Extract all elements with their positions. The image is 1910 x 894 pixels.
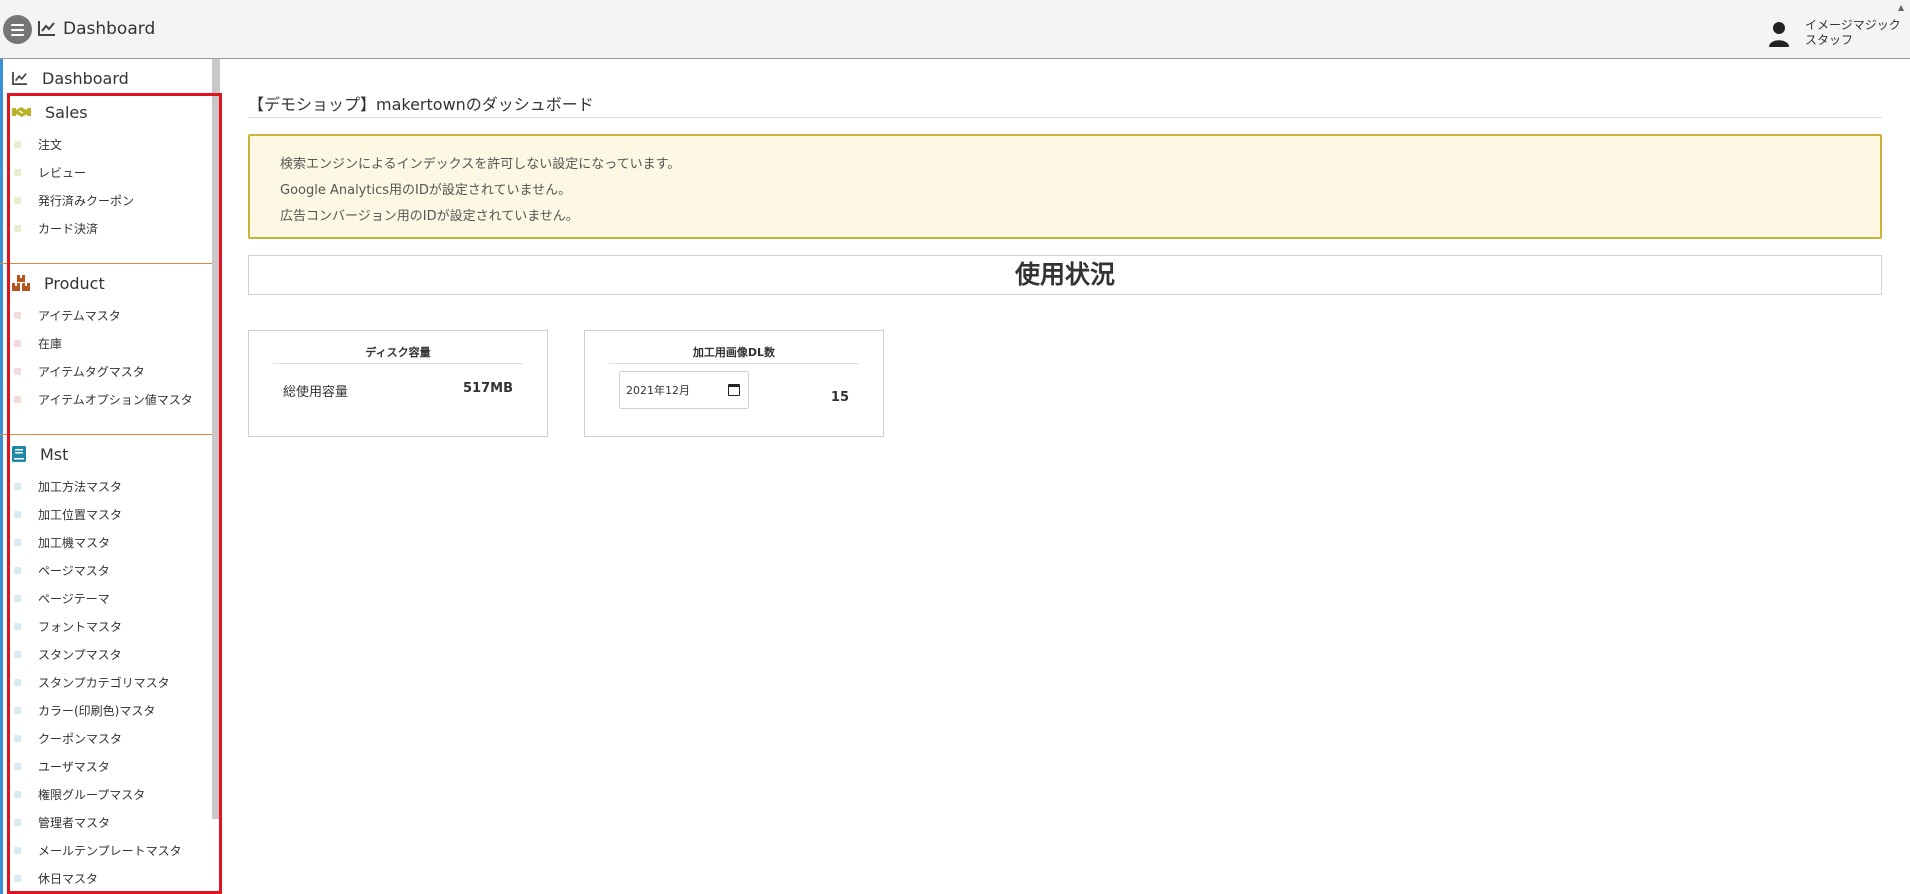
dl-card-title: 加工用画像DL数 bbox=[609, 345, 859, 364]
warning-alert: 検索エンジンによるインデックスを許可しない設定になっています。 Google A… bbox=[248, 134, 1882, 239]
usage-title: 使用状況 bbox=[248, 255, 1882, 295]
sidebar-item-user-master[interactable]: ユーザマスタ bbox=[14, 756, 110, 776]
sidebar-item-stamp-master[interactable]: スタンプマスタ bbox=[14, 644, 122, 664]
disk-usage-label: 総使用容量 bbox=[283, 385, 349, 400]
sidebar-item-order[interactable]: 注文 bbox=[14, 134, 62, 154]
disk-usage-value: 517MB bbox=[463, 381, 513, 396]
sidebar-item-process-method-master[interactable]: 加工方法マスタ bbox=[14, 476, 122, 496]
sidebar-item-permission-group-master[interactable]: 権限グループマスタ bbox=[14, 784, 145, 804]
sidebar-item-page-theme[interactable]: ページテーマ bbox=[14, 588, 110, 608]
main-content: 【デモショップ】makertownのダッシュボード 検索エンジンによるインデック… bbox=[222, 59, 1910, 894]
alert-line: Google Analytics用のIDが設定されていません。 bbox=[280, 183, 572, 198]
sidebar-item-review[interactable]: レビュー bbox=[14, 162, 86, 182]
sidebar: Dashboard Sales 注文 レビュー 発行済みクーポン カード決済 P… bbox=[0, 59, 222, 894]
section-divider bbox=[0, 434, 212, 435]
sidebar-item-item-tag-master[interactable]: アイテムタグマスタ bbox=[14, 361, 145, 381]
header-title: Dashboard bbox=[63, 19, 156, 39]
sidebar-item-mail-template-master[interactable]: メールテンプレートマスタ bbox=[14, 840, 182, 860]
alert-line: 広告コンバージョン用のIDが設定されていません。 bbox=[280, 209, 579, 224]
sidebar-edge bbox=[0, 59, 3, 894]
month-input[interactable]: 2021年12月 bbox=[619, 371, 749, 409]
sidebar-item-admin-master[interactable]: 管理者マスタ bbox=[14, 812, 110, 832]
sidebar-section-product[interactable]: Product bbox=[12, 271, 105, 295]
sidebar-item-stamp-category-master[interactable]: スタンプカテゴリマスタ bbox=[14, 672, 170, 692]
sidebar-item-color-master[interactable]: カラー(印刷色)マスタ bbox=[14, 700, 155, 720]
sidebar-item-stock[interactable]: 在庫 bbox=[14, 333, 62, 353]
sidebar-item-font-master[interactable]: フォントマスタ bbox=[14, 616, 122, 636]
sidebar-item-item-master[interactable]: アイテムマスタ bbox=[14, 305, 121, 325]
sidebar-scrollbar[interactable] bbox=[212, 59, 220, 819]
sidebar-item-dashboard[interactable]: Dashboard bbox=[12, 66, 129, 90]
book-icon bbox=[12, 446, 26, 462]
image-dl-card: 加工用画像DL数 2021年12月 15 bbox=[584, 330, 884, 437]
sidebar-section-mst[interactable]: Mst bbox=[12, 442, 68, 466]
top-header: Dashboard イメージマジック スタッフ ▲ bbox=[0, 0, 1910, 59]
user-name[interactable]: イメージマジック スタッフ bbox=[1805, 18, 1901, 48]
sidebar-item-issued-coupon[interactable]: 発行済みクーポン bbox=[14, 190, 134, 210]
user-avatar-icon[interactable] bbox=[1768, 20, 1790, 48]
sidebar-item-item-option-master[interactable]: アイテムオプション値マスタ bbox=[14, 389, 193, 409]
chart-line-icon bbox=[12, 71, 27, 85]
menu-toggle-icon[interactable] bbox=[3, 15, 32, 44]
calendar-icon[interactable] bbox=[728, 384, 740, 396]
disk-card-title: ディスク容量 bbox=[273, 345, 523, 364]
sidebar-item-card-payment[interactable]: カード決済 bbox=[14, 218, 98, 238]
chart-line-icon bbox=[38, 21, 55, 36]
alert-line: 検索エンジンによるインデックスを許可しない設定になっています。 bbox=[280, 157, 681, 172]
boxes-icon bbox=[12, 275, 30, 291]
sidebar-item-machine-master[interactable]: 加工機マスタ bbox=[14, 532, 110, 552]
handshake-icon bbox=[12, 107, 31, 117]
sidebar-item-coupon-master[interactable]: クーポンマスタ bbox=[14, 728, 122, 748]
scroll-up-arrow-icon[interactable]: ▲ bbox=[1898, 3, 1904, 12]
section-divider bbox=[0, 263, 212, 264]
page-title: 【デモショップ】makertownのダッシュボード bbox=[248, 95, 1882, 118]
sidebar-section-sales[interactable]: Sales bbox=[12, 100, 88, 124]
dl-count-value: 15 bbox=[830, 390, 849, 405]
sidebar-item-process-position-master[interactable]: 加工位置マスタ bbox=[14, 504, 122, 524]
disk-usage-card: ディスク容量 総使用容量 517MB bbox=[248, 330, 548, 437]
sidebar-item-page-master[interactable]: ページマスタ bbox=[14, 560, 110, 580]
sidebar-item-holiday-master[interactable]: 休日マスタ bbox=[14, 868, 98, 888]
